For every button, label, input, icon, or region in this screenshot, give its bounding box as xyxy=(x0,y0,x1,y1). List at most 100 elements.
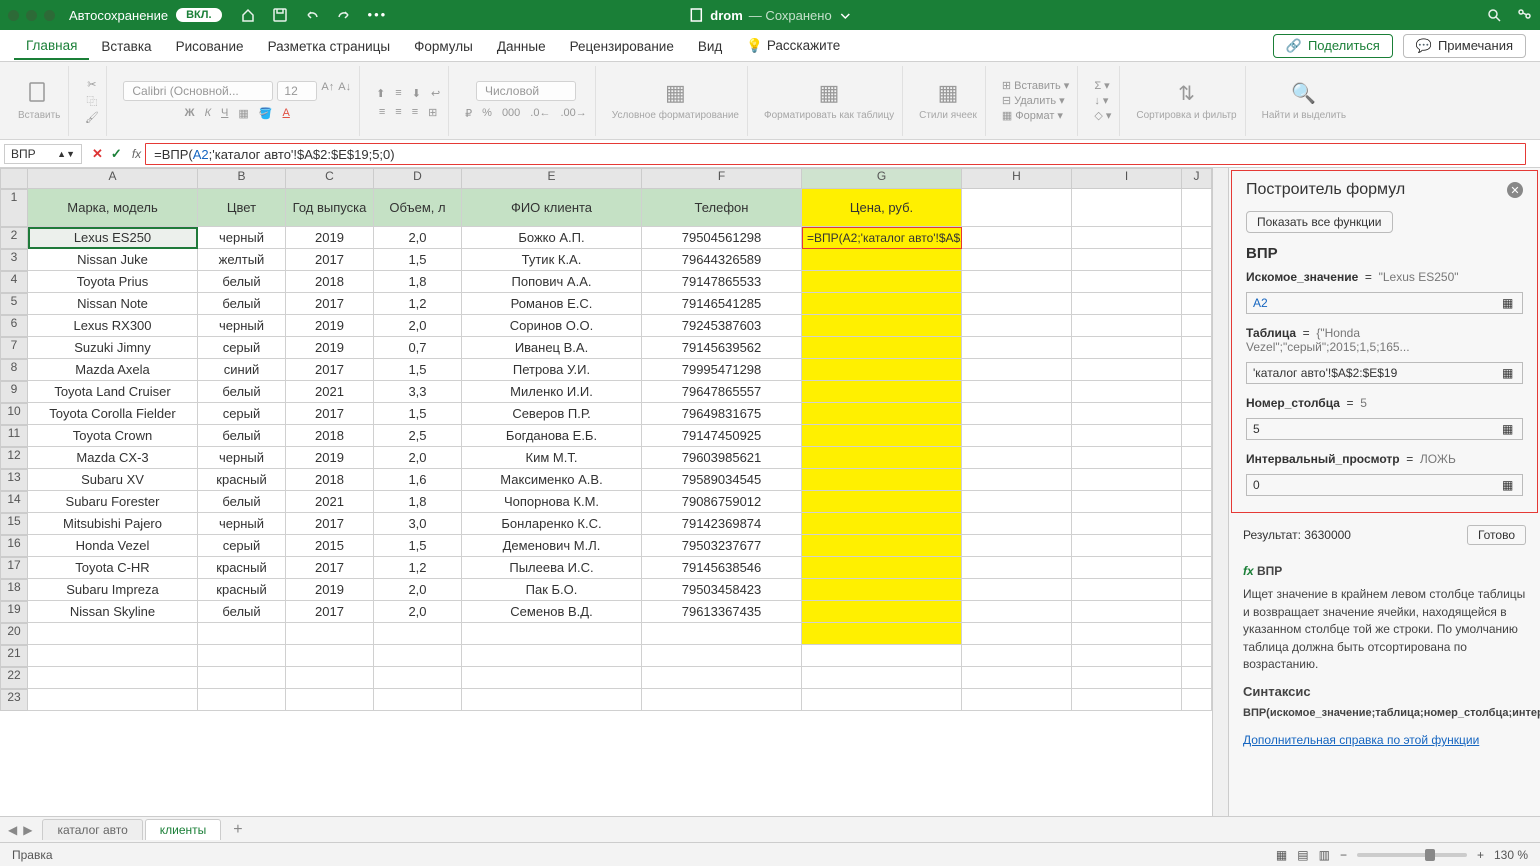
data-cell[interactable]: 2017 xyxy=(286,601,374,623)
empty-cell[interactable] xyxy=(1182,469,1212,491)
data-cell[interactable]: Миленко И.И. xyxy=(462,381,642,403)
col-header-F[interactable]: F xyxy=(642,168,802,189)
range-select-icon[interactable]: ▦ xyxy=(1502,296,1516,310)
show-all-functions-button[interactable]: Показать все функции xyxy=(1246,211,1393,233)
data-cell[interactable]: Mazda Axela xyxy=(28,359,198,381)
empty-cell[interactable] xyxy=(1072,271,1182,293)
empty-cell[interactable] xyxy=(802,645,962,667)
empty-cell[interactable] xyxy=(1182,623,1212,645)
empty-cell[interactable] xyxy=(802,667,962,689)
empty-cell[interactable] xyxy=(1182,601,1212,623)
data-cell[interactable]: 2019 xyxy=(286,579,374,601)
sheet-tab-catalog[interactable]: каталог авто xyxy=(42,819,142,840)
sheet-next-icon[interactable]: ▶ xyxy=(23,823,32,837)
row-header[interactable]: 22 xyxy=(0,667,28,689)
empty-cell[interactable] xyxy=(1182,359,1212,381)
empty-cell[interactable] xyxy=(374,667,462,689)
row-header[interactable]: 4 xyxy=(0,271,28,293)
empty-cell[interactable] xyxy=(962,557,1072,579)
close-window[interactable] xyxy=(8,10,19,21)
empty-cell[interactable] xyxy=(1072,557,1182,579)
empty-cell[interactable] xyxy=(1182,513,1212,535)
data-cell[interactable]: 2021 xyxy=(286,491,374,513)
data-cell[interactable]: Mazda CX-3 xyxy=(28,447,198,469)
row-header[interactable]: 14 xyxy=(0,491,28,513)
data-cell[interactable]: 2015 xyxy=(286,535,374,557)
clear-icon[interactable]: ◇ ▾ xyxy=(1094,109,1111,122)
data-cell[interactable]: черный xyxy=(198,315,286,337)
data-cell[interactable]: 79503458423 xyxy=(642,579,802,601)
bold-icon[interactable]: Ж xyxy=(185,107,195,120)
empty-cell[interactable] xyxy=(1072,227,1182,249)
data-cell[interactable]: 2018 xyxy=(286,271,374,293)
data-cell[interactable]: Семенов В.Д. xyxy=(462,601,642,623)
data-cell[interactable]: Nissan Skyline xyxy=(28,601,198,623)
styles-cell[interactable]: ▦Стили ячеек xyxy=(911,66,986,136)
copy-icon[interactable]: ⿻ xyxy=(86,93,97,109)
data-cell[interactable]: 79142369874 xyxy=(642,513,802,535)
number-format-select[interactable]: Числовой xyxy=(476,81,576,101)
empty-cell[interactable] xyxy=(286,689,374,711)
formula-input[interactable]: =ВПР(A2;'каталог авто'!$A$2:$E$19;5;0) xyxy=(145,143,1526,165)
data-cell[interactable]: 1,5 xyxy=(374,249,462,271)
data-cell[interactable]: желтый xyxy=(198,249,286,271)
data-cell[interactable]: 2,0 xyxy=(374,315,462,337)
empty-cell[interactable] xyxy=(1182,667,1212,689)
align-bottom-icon[interactable]: ⬇ xyxy=(412,87,421,100)
tab-insert[interactable]: Вставка xyxy=(89,33,163,59)
empty-cell[interactable] xyxy=(962,491,1072,513)
view-break-icon[interactable]: ▥ xyxy=(1319,848,1330,862)
empty-cell[interactable] xyxy=(286,667,374,689)
data-cell[interactable]: Иванец В.А. xyxy=(462,337,642,359)
empty-cell[interactable] xyxy=(1072,359,1182,381)
price-cell[interactable] xyxy=(802,381,962,403)
price-cell[interactable] xyxy=(802,469,962,491)
tab-view[interactable]: Вид xyxy=(686,33,734,59)
add-sheet-icon[interactable]: + xyxy=(223,821,252,839)
insert-cells[interactable]: ⊞ Вставить ▾ xyxy=(1002,79,1070,92)
data-cell[interactable]: белый xyxy=(198,381,286,403)
search-icon[interactable] xyxy=(1486,7,1502,23)
empty-cell[interactable] xyxy=(962,381,1072,403)
currency-icon[interactable]: ₽ xyxy=(465,107,472,120)
more-icon[interactable]: ••• xyxy=(368,7,388,23)
undo-icon[interactable] xyxy=(304,7,320,23)
data-cell[interactable]: 1,5 xyxy=(374,535,462,557)
percent-icon[interactable]: % xyxy=(482,107,492,120)
price-cell[interactable] xyxy=(802,579,962,601)
row-header[interactable]: 11 xyxy=(0,425,28,447)
decrease-font-icon[interactable]: A↓ xyxy=(338,81,351,101)
empty-cell[interactable] xyxy=(1182,293,1212,315)
font-color-icon[interactable]: A xyxy=(283,107,290,120)
empty-cell[interactable] xyxy=(1182,645,1212,667)
data-cell[interactable]: 79649831675 xyxy=(642,403,802,425)
price-cell[interactable] xyxy=(802,359,962,381)
empty-cell[interactable] xyxy=(642,689,802,711)
tab-formulas[interactable]: Формулы xyxy=(402,33,485,59)
column-header-cell[interactable]: Марка, модель xyxy=(28,189,198,227)
price-cell[interactable] xyxy=(802,601,962,623)
empty-cell[interactable] xyxy=(286,645,374,667)
price-cell[interactable]: =ВПР(A2;'каталог авто'!$A$2:$E$19;5;0) xyxy=(802,227,962,249)
empty-cell[interactable] xyxy=(462,689,642,711)
data-cell[interactable]: 1,6 xyxy=(374,469,462,491)
empty-cell[interactable] xyxy=(1072,535,1182,557)
empty-cell[interactable] xyxy=(1182,381,1212,403)
view-normal-icon[interactable]: ▦ xyxy=(1276,848,1287,862)
empty-cell[interactable] xyxy=(1182,425,1212,447)
empty-cell[interactable] xyxy=(286,623,374,645)
tab-data[interactable]: Данные xyxy=(485,33,558,59)
font-family-select[interactable]: Calibri (Основной... xyxy=(123,81,273,101)
dec-inc-icon[interactable]: .0← xyxy=(530,107,550,120)
minimize-window[interactable] xyxy=(26,10,37,21)
empty-cell[interactable] xyxy=(962,337,1072,359)
data-cell[interactable]: 79995471298 xyxy=(642,359,802,381)
data-cell[interactable]: Романов Е.С. xyxy=(462,293,642,315)
data-cell[interactable]: 2019 xyxy=(286,447,374,469)
empty-cell[interactable] xyxy=(374,623,462,645)
empty-cell[interactable] xyxy=(1072,315,1182,337)
empty-cell[interactable] xyxy=(1072,293,1182,315)
data-cell[interactable]: 2018 xyxy=(286,469,374,491)
empty-cell[interactable] xyxy=(962,579,1072,601)
zoom-window[interactable] xyxy=(44,10,55,21)
